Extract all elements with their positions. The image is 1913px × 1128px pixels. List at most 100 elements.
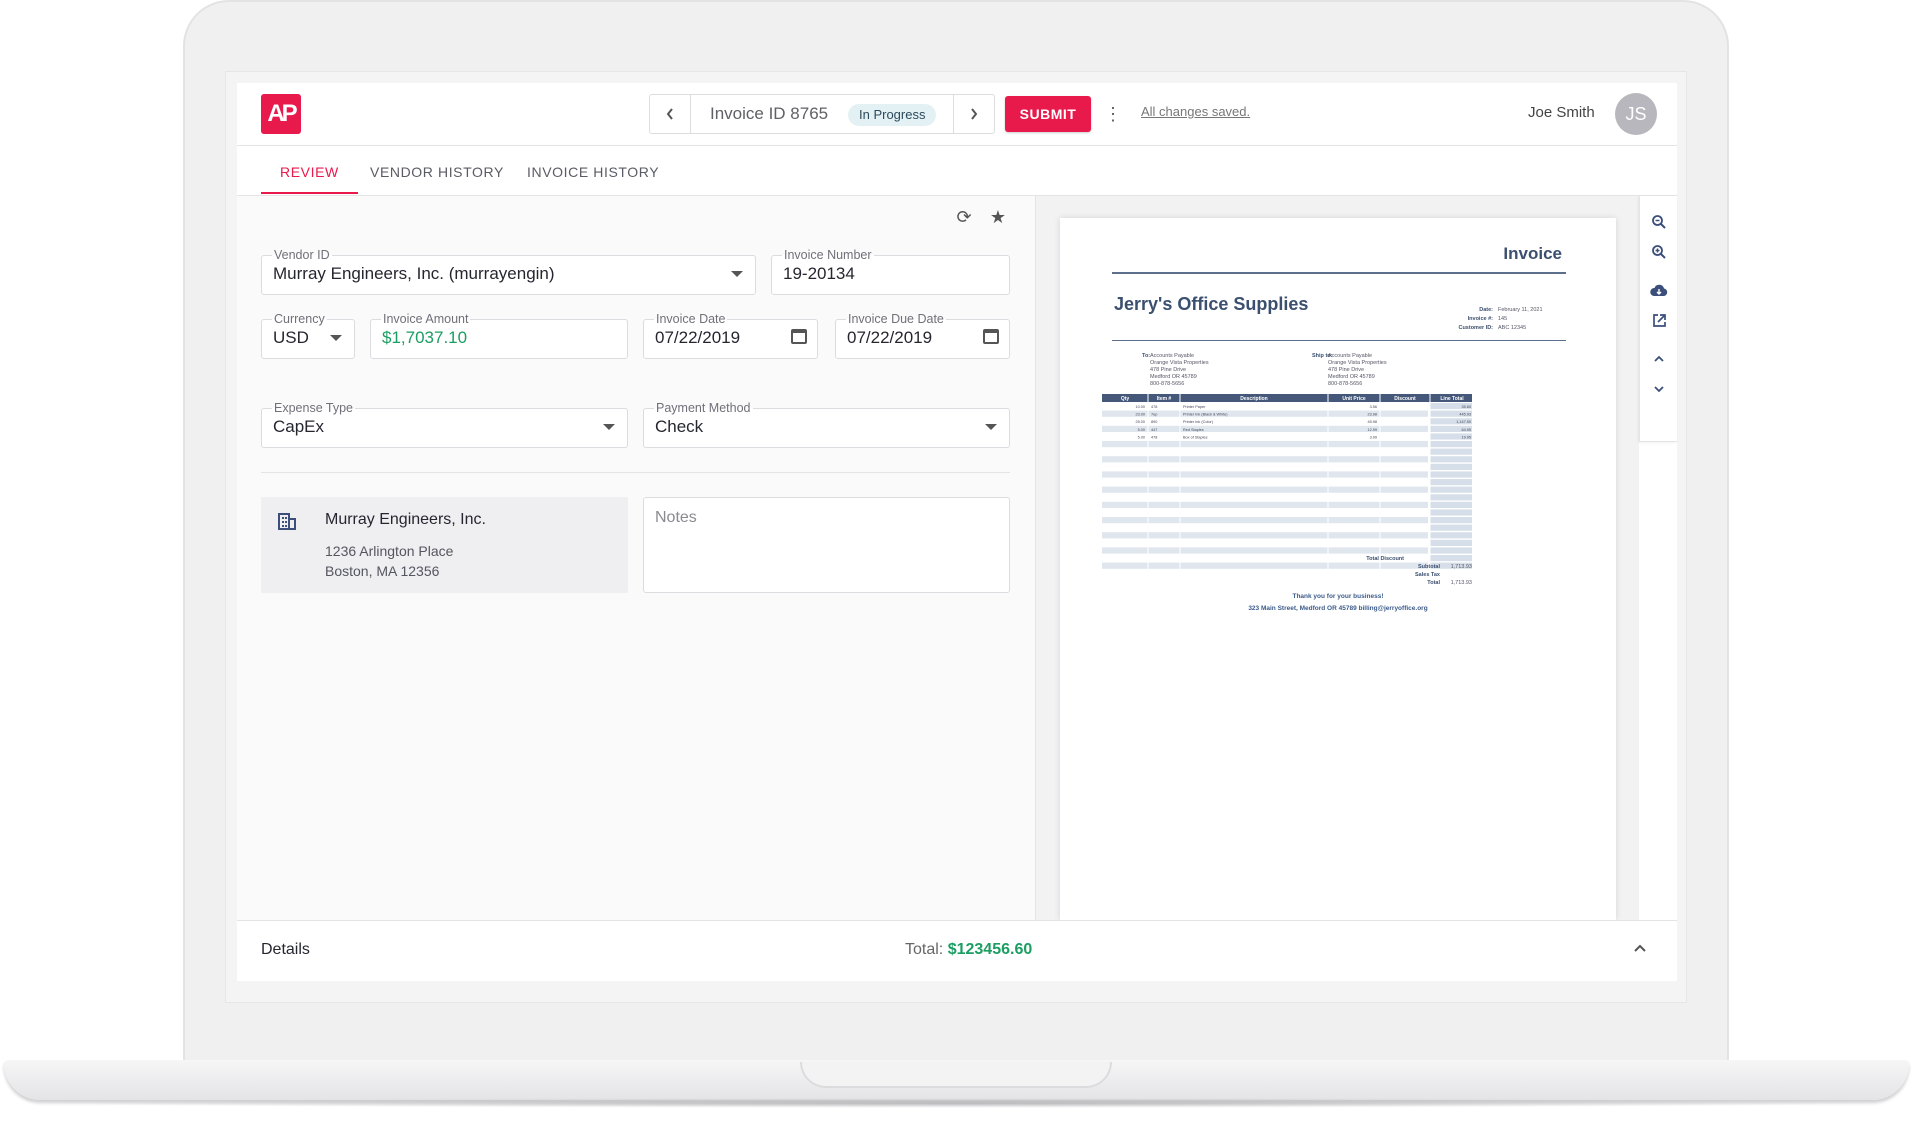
next-invoice-button[interactable]	[953, 95, 994, 133]
doc-table-cell: Printer Ink (Color)	[1183, 420, 1214, 424]
doc-table-row	[1102, 463, 1428, 470]
doc-table-row	[1102, 441, 1428, 448]
open-external-icon[interactable]	[1640, 306, 1678, 334]
building-icon	[278, 513, 296, 530]
avatar[interactable]: JS	[1615, 93, 1657, 135]
invoice-due-date-label: Invoice Due Date	[846, 311, 946, 327]
doc-table-row	[1102, 539, 1428, 546]
tab-invoice-history[interactable]: INVOICE HISTORY	[527, 150, 659, 194]
doc-total-discount-label: Total Discount	[1366, 556, 1404, 562]
invoice-due-date-value: 07/22/2019	[847, 328, 933, 347]
tab-vendor-history[interactable]: VENDOR HISTORY	[370, 150, 504, 194]
invoice-amount-field[interactable]: Invoice Amount $1,7037.10	[370, 311, 628, 359]
doc-table-cell: 35.60	[1461, 405, 1471, 409]
invoice-amount-value: $1,7037.10	[382, 328, 468, 347]
vendor-id-select[interactable]: Vendor ID Murray Engineers, Inc. (murray…	[261, 247, 756, 295]
invoice-pager: Invoice ID 8765 In Progress	[649, 94, 995, 134]
invoice-date-field[interactable]: Invoice Date 07/22/2019	[643, 311, 818, 359]
doc-table-row	[1102, 501, 1428, 508]
doc-title: Invoice	[1503, 244, 1562, 263]
zoom-out-icon[interactable]	[1640, 208, 1678, 236]
viewer-toolbar	[1639, 196, 1677, 442]
doc-table-total-cell	[1430, 463, 1472, 470]
save-status: All changes saved.	[1141, 104, 1251, 119]
doc-meta-label: Customer ID:	[1458, 325, 1493, 331]
doc-table-cell: 10.00	[1135, 405, 1145, 409]
calendar-icon[interactable]	[791, 329, 807, 344]
status-badge: In Progress	[848, 104, 937, 126]
doc-company: Jerry's Office Supplies	[1114, 294, 1309, 314]
doc-table-row	[1102, 547, 1428, 554]
doc-address-line: 800-878-5656	[1328, 381, 1363, 387]
laptop-notch	[800, 1062, 1112, 1088]
details-label: Details	[261, 941, 310, 958]
refresh-icon[interactable]: ⟳	[951, 204, 977, 230]
doc-table-total-cell	[1430, 501, 1472, 508]
invoice-date-value: 07/22/2019	[655, 328, 741, 347]
doc-table-row	[1102, 479, 1428, 486]
vendor-name: Murray Engineers, Inc.	[325, 511, 486, 528]
laptop-shadow	[20, 1098, 1893, 1108]
doc-table-row	[1102, 517, 1428, 524]
doc-table-cell: Box of Staples	[1183, 435, 1208, 439]
doc-table-cell: 5.00	[1138, 428, 1145, 432]
expense-type-label: Expense Type	[272, 400, 355, 416]
doc-table-cell: 25.00	[1135, 420, 1145, 424]
invoice-date-label: Invoice Date	[654, 311, 728, 327]
doc-table-cell: 1,147.50	[1456, 420, 1471, 424]
doc-table-column-header: Qty	[1121, 396, 1130, 402]
currency-select[interactable]: Currency USD	[261, 311, 355, 359]
invoice-number-field[interactable]: Invoice Number 19-20134	[771, 247, 1010, 295]
zoom-in-icon[interactable]	[1640, 238, 1678, 266]
vendor-id-value: Murray Engineers, Inc. (murrayengin)	[273, 264, 555, 283]
doc-table-column-header: Line Total	[1440, 396, 1464, 402]
doc-table-total-cell	[1430, 471, 1472, 478]
doc-table-cell: 23.00	[1135, 413, 1145, 417]
doc-table-total-cell	[1430, 524, 1472, 531]
doc-table-row	[1102, 471, 1428, 478]
more-options-icon[interactable]: ⋮	[1104, 98, 1122, 130]
doc-address-line: 800-878-5656	[1150, 381, 1185, 387]
details-total-value: $123456.60	[947, 941, 1033, 958]
form-divider	[261, 472, 1010, 473]
invoice-due-date-field[interactable]: Invoice Due Date 07/22/2019	[835, 311, 1010, 359]
payment-method-value: Check	[655, 417, 704, 436]
tab-review[interactable]: REVIEW	[261, 150, 358, 194]
cloud-download-icon[interactable]	[1640, 276, 1678, 304]
doc-table-cell: 478	[1151, 405, 1157, 409]
chevron-up-icon[interactable]	[1640, 345, 1678, 373]
doc-table-total-cell	[1430, 448, 1472, 455]
doc-subtotal-value: 1,713.93	[1450, 564, 1472, 570]
doc-table-cell: 3.56	[1370, 405, 1377, 409]
submit-button[interactable]: SUBMIT	[1005, 96, 1091, 132]
invoice-number-label: Invoice Number	[782, 247, 874, 263]
doc-table-total-cell	[1430, 517, 1472, 524]
expense-type-select[interactable]: Expense Type CapEx	[261, 400, 628, 448]
doc-table-row	[1102, 456, 1428, 463]
payment-method-select[interactable]: Payment Method Check	[643, 400, 1010, 448]
doc-header-rule	[1112, 340, 1566, 341]
doc-table-total-cell	[1430, 532, 1472, 539]
doc-table-cell: 19.95	[1461, 435, 1471, 439]
previous-invoice-button[interactable]	[650, 95, 691, 133]
doc-table-total-cell	[1430, 479, 1472, 486]
doc-table-cell: Printer Paper	[1183, 405, 1206, 409]
invoice-document: Invoice Jerry's Office Supplies Date: Fe…	[1060, 218, 1616, 920]
doc-table-cell: 23.98	[1367, 413, 1377, 417]
app-logo[interactable]: AP	[261, 94, 301, 134]
doc-table-row	[1102, 524, 1428, 531]
doc-table-total-cell	[1430, 441, 1472, 448]
doc-footer-address: 323 Main Street, Medford OR 45789 billin…	[1248, 605, 1428, 612]
currency-label: Currency	[272, 311, 327, 327]
doc-table-total-cell	[1430, 547, 1472, 554]
calendar-icon[interactable]	[983, 329, 999, 344]
doc-table-cell: Red Staples	[1183, 428, 1204, 432]
chevron-down-icon[interactable]	[1640, 375, 1678, 403]
doc-table-cell: 5.00	[1138, 435, 1145, 439]
doc-table-cell: 7ep	[1151, 413, 1157, 417]
notes-placeholder: Notes	[655, 509, 697, 526]
details-bar[interactable]: Details Total: $123456.60	[237, 920, 1677, 981]
notes-field[interactable]: Notes	[643, 497, 1010, 593]
star-icon[interactable]: ★	[985, 204, 1011, 230]
chevron-up-icon[interactable]	[1633, 937, 1647, 958]
